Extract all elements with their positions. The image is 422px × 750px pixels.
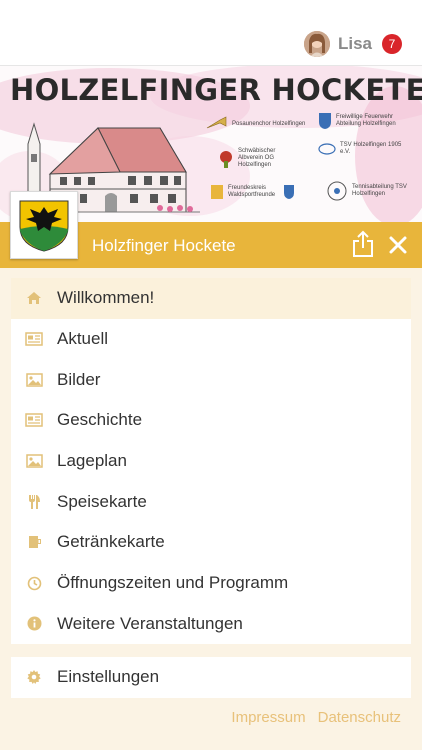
crest-icon: [319, 113, 331, 129]
gear-icon: [27, 670, 41, 685]
menu-item-aktuell[interactable]: Aktuell: [11, 319, 411, 360]
newspaper-icon: [25, 332, 43, 346]
banner-title: HOLZELFINGER HOCKETE: [10, 73, 422, 107]
menu-item-speisekarte[interactable]: Speisekarte: [11, 481, 411, 522]
tsv-icon: [318, 143, 336, 155]
top-bar: Lisa 7: [0, 0, 422, 65]
menu-item-bilder[interactable]: Bilder: [11, 359, 411, 400]
newspaper-icon: [25, 413, 43, 428]
eagle-crest-icon: [19, 200, 69, 252]
settings-section: Einstellungen: [11, 657, 411, 698]
town-crest-logo: [10, 191, 78, 259]
image-icon: [25, 454, 43, 468]
menu-item-lageplan[interactable]: Lageplan: [11, 441, 411, 482]
sponsor-tsv: TSV Holzelfingen 1905 e.V.: [318, 142, 413, 156]
drink-icon: [29, 536, 41, 549]
menu-item-oeffnungszeiten[interactable]: Öffnungszeiten und Programm: [11, 563, 411, 604]
sponsor-logos: Posaunenchor Holzelfingen Freiwillige Fe…: [200, 108, 415, 218]
menu-item-willkommen[interactable]: Willkommen!: [11, 278, 411, 319]
notification-badge[interactable]: 7: [382, 34, 402, 54]
sponsor-tennis: Tennisabteilung TSV Holzelfingen: [326, 180, 416, 202]
trumpet-icon: [206, 116, 227, 129]
footer-links: Impressum Datenschutz: [231, 709, 401, 726]
sponsor-albverein: Schwäbischer Albverein OG Holzelfingen: [218, 148, 298, 169]
close-icon[interactable]: [388, 235, 408, 255]
sponsor-posaunenchor: Posaunenchor Holzelfingen: [206, 116, 305, 132]
clock-icon: [27, 576, 41, 590]
albverein-icon: [220, 150, 232, 168]
menu-item-getraenkekarte[interactable]: Getränkekarte: [11, 522, 411, 563]
datenschutz-link[interactable]: Datenschutz: [318, 709, 401, 726]
menu-item-weitere-veranstaltungen[interactable]: Weitere Veranstaltungen: [11, 604, 411, 645]
sponsor-freundeskreis: Freundeskreis Waldsportfreunde: [210, 184, 295, 200]
impressum-link[interactable]: Impressum: [231, 709, 305, 726]
menu-header-title: Holzfinger Hockete: [92, 236, 236, 255]
avatar[interactable]: [303, 31, 330, 57]
info-icon: [27, 616, 41, 631]
username[interactable]: Lisa: [338, 34, 372, 54]
sponsor-feuerwehr: Freiwillige Feuerwehr Abteilung Holzelfi…: [318, 112, 413, 130]
home-icon: [27, 292, 41, 305]
image-icon: [25, 372, 43, 387]
blue-crest-icon: [284, 185, 294, 199]
menu-item-einstellungen[interactable]: Einstellungen: [11, 657, 411, 698]
menu-item-geschichte[interactable]: Geschichte: [11, 400, 411, 441]
cutlery-icon: [29, 494, 40, 509]
freundeskreis-icon: [211, 185, 223, 199]
tennis-icon: [327, 181, 347, 201]
navigation-menu: Willkommen! Aktuell Bilder Geschichte La…: [11, 278, 411, 645]
share-icon[interactable]: [352, 230, 374, 258]
user-menu[interactable]: Lisa 7: [303, 30, 402, 58]
menu-header: Holzfinger Hockete: [0, 191, 422, 268]
